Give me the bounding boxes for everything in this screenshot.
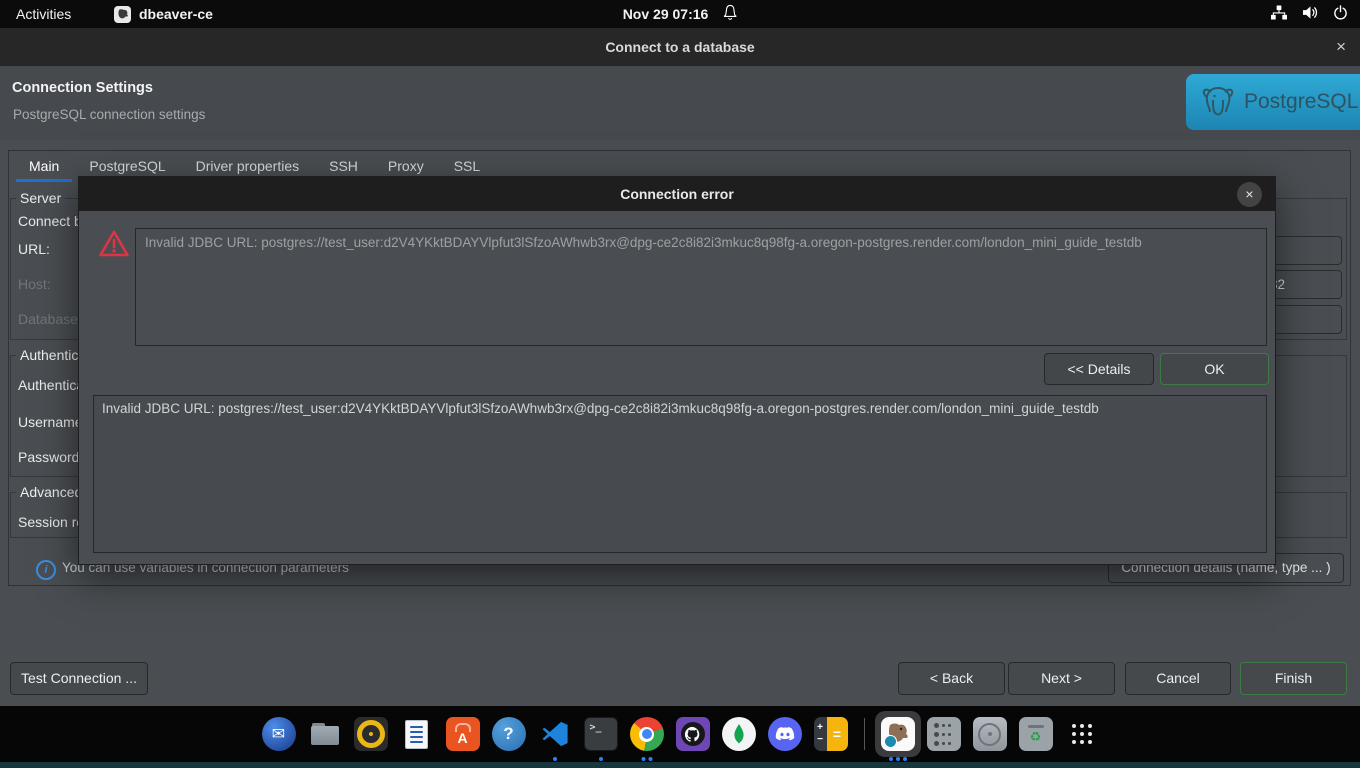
bell-icon [722, 4, 737, 24]
postgresql-elephant-icon [1198, 82, 1238, 122]
dock-items: ✉ A? >_ +−= ♻ [0, 708, 1360, 760]
dock-settings-list-icon[interactable] [926, 712, 962, 756]
warning-icon [98, 229, 130, 263]
dock-files-icon[interactable] [307, 712, 343, 756]
screen: Activities dbeaver-ce Nov 29 07:16 [0, 0, 1360, 768]
ok-button[interactable]: OK [1160, 353, 1269, 385]
activities-button[interactable]: Activities [16, 0, 71, 28]
page-subtitle: PostgreSQL connection settings [13, 107, 205, 122]
power-icon [1333, 5, 1348, 23]
next-button[interactable]: Next > [1008, 662, 1115, 695]
desktop-edge [0, 762, 1360, 768]
dock-separator [864, 718, 865, 750]
host-label: Host: [18, 276, 51, 292]
finish-button[interactable]: Finish [1240, 662, 1347, 695]
dock-calculator-icon[interactable]: +−= [813, 712, 849, 756]
dock-vscode-icon[interactable] [537, 712, 573, 756]
wizard-header [0, 66, 1360, 140]
tab-main[interactable]: Main [14, 152, 74, 182]
focused-app-name: dbeaver-ce [139, 6, 213, 22]
network-icon [1271, 5, 1287, 23]
connection-error-dialog: Connection error × Invalid JDBC URL: pos… [78, 176, 1276, 565]
postgresql-logo-text: PostgreSQL [1244, 90, 1358, 114]
server-group-label: Server [16, 190, 65, 206]
error-message-text: Invalid JDBC URL: postgres://test_user:d… [136, 229, 1266, 256]
system-tray[interactable] [1271, 0, 1348, 28]
running-indicator [641, 757, 652, 761]
dock-rhythmbox-icon[interactable] [353, 712, 389, 756]
back-button[interactable]: < Back [898, 662, 1005, 695]
cancel-button[interactable]: Cancel [1125, 662, 1231, 695]
clock-area[interactable]: Nov 29 07:16 [623, 0, 738, 28]
database-label: Database: [18, 311, 82, 327]
url-label: URL: [18, 241, 50, 257]
advanced-group-label: Advanced [16, 484, 86, 500]
volume-icon [1302, 5, 1318, 23]
error-dialog-title: Connection error [79, 177, 1275, 211]
postgresql-logo: PostgreSQL [1186, 74, 1360, 130]
dock-trash-icon[interactable]: ♻ [1018, 712, 1054, 756]
dock-mongodb-icon[interactable] [721, 712, 757, 756]
dock-thunderbird-icon[interactable]: ✉ [261, 712, 297, 756]
running-indicator [599, 757, 603, 761]
username-label: Username: [18, 414, 86, 430]
dock-discord-icon[interactable] [767, 712, 803, 756]
dock-github-icon[interactable] [675, 712, 711, 756]
dock-dbeaver-icon[interactable] [880, 712, 916, 756]
clock-label: Nov 29 07:16 [623, 6, 709, 22]
error-details-text: Invalid JDBC URL: postgres://test_user:d… [94, 396, 1266, 421]
error-message-box: Invalid JDBC URL: postgres://test_user:d… [135, 228, 1267, 346]
running-indicator [553, 757, 557, 761]
test-connection-button[interactable]: Test Connection ... [10, 662, 148, 695]
dock-chrome-icon[interactable] [629, 712, 665, 756]
dock-app-grid-icon[interactable] [1064, 712, 1100, 756]
top-bar: Activities dbeaver-ce Nov 29 07:16 [0, 0, 1360, 28]
dbeaver-mini-icon [114, 6, 131, 23]
details-button[interactable]: << Details [1044, 353, 1154, 385]
dock-libreoffice-writer-icon[interactable] [399, 712, 435, 756]
window-close-icon[interactable]: × [1336, 28, 1346, 66]
running-indicator [889, 757, 907, 761]
focused-app-menu[interactable]: dbeaver-ce [114, 0, 213, 28]
info-icon: i [36, 560, 56, 580]
dock-help-icon[interactable]: ? [491, 712, 527, 756]
error-details-box[interactable]: Invalid JDBC URL: postgres://test_user:d… [93, 395, 1267, 553]
password-label: Password: [18, 449, 83, 465]
dock-disks-icon[interactable] [972, 712, 1008, 756]
window-title: Connect to a database [0, 28, 1360, 66]
dock-ubuntu-software-icon[interactable]: A [445, 712, 481, 756]
page-title: Connection Settings [12, 80, 153, 96]
dock-terminal-icon[interactable]: >_ [583, 712, 619, 756]
error-dialog-close-icon[interactable]: × [1237, 182, 1262, 207]
